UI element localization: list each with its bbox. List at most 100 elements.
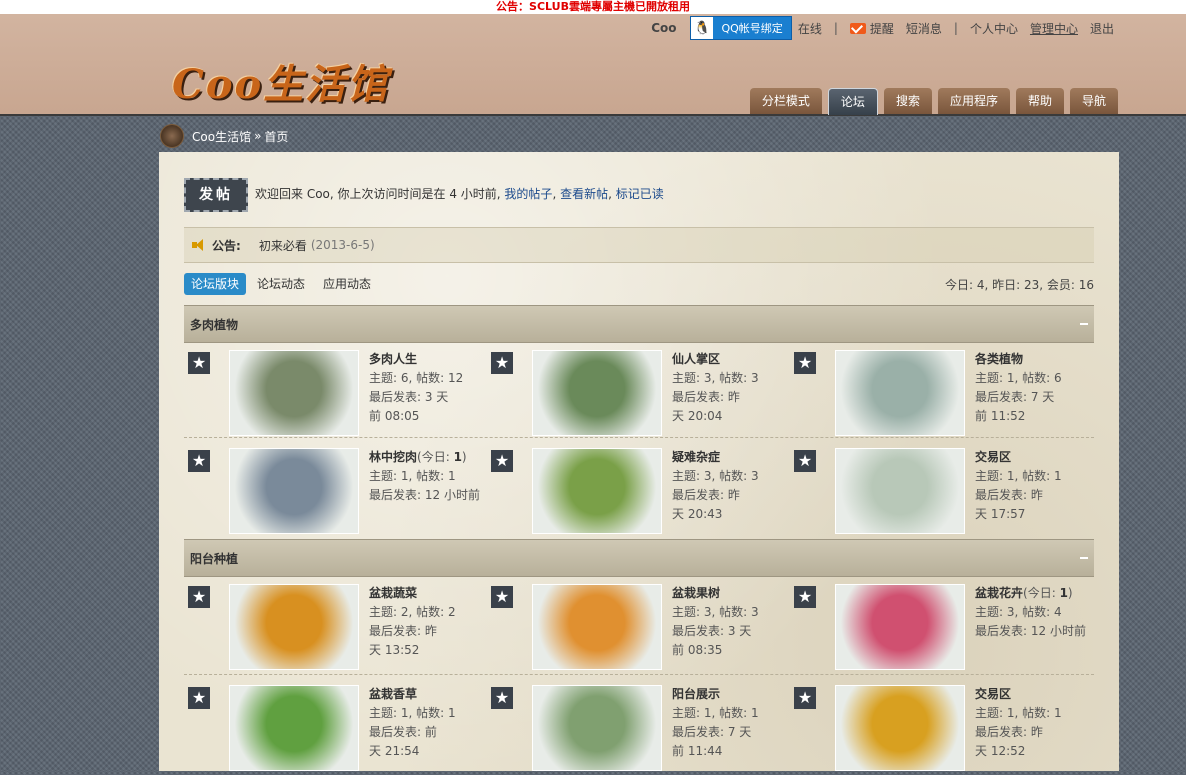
forum-info: 疑难杂症 主题: 3, 帖数: 3 最后发表: 昨天 20:43 bbox=[672, 448, 797, 524]
tab-app-activity[interactable]: 应用动态 bbox=[316, 273, 378, 295]
forum-name-link[interactable]: 阳台展示 bbox=[672, 687, 720, 701]
forum-name-link[interactable]: 交易区 bbox=[975, 687, 1011, 701]
qq-bind-button[interactable]: 🐧 QQ帐号绑定 bbox=[690, 16, 792, 40]
forum-thumbnail[interactable] bbox=[532, 584, 662, 670]
star-icon[interactable]: ★ bbox=[188, 687, 210, 709]
announcement-bar: 公告: 初来必看 (2013-6-5) bbox=[184, 227, 1094, 263]
profile-link[interactable]: 个人中心 bbox=[970, 20, 1018, 37]
tab-forum-activity[interactable]: 论坛动态 bbox=[250, 273, 312, 295]
forum-counts: 主题: 1, 帖数: 1 bbox=[369, 706, 456, 720]
today-count: (今日: 1) bbox=[1023, 586, 1073, 600]
forum-item: ★ 盆栽花卉(今日: 1) 主题: 3, 帖数: 4 最后发表: 12 小时前 bbox=[790, 576, 1090, 674]
forum-name-link[interactable]: 盆栽蔬菜 bbox=[369, 586, 417, 600]
welcome-text: 欢迎回来 Coo, 你上次访问时间是在 4 小时前, bbox=[255, 187, 501, 201]
star-icon[interactable]: ★ bbox=[794, 450, 816, 472]
category-title: 阳台种植 bbox=[190, 551, 239, 566]
forum-name-link[interactable]: 交易区 bbox=[975, 450, 1011, 464]
forum-thumbnail[interactable] bbox=[532, 350, 662, 436]
site-logo[interactable]: Coo生活馆 bbox=[172, 52, 389, 110]
forum-item: ★ 林中挖肉(今日: 1) 主题: 1, 帖数: 1 最后发表: 12 小时前 bbox=[184, 440, 484, 538]
forum-last-post: 前 08:35 bbox=[672, 643, 723, 657]
logout-link[interactable]: 退出 bbox=[1090, 20, 1114, 37]
nav-tab-search[interactable]: 搜索 bbox=[883, 88, 932, 114]
forum-name-link[interactable]: 林中挖肉 bbox=[369, 450, 417, 464]
forum-name-link[interactable]: 盆栽香草 bbox=[369, 687, 417, 701]
star-icon[interactable]: ★ bbox=[491, 450, 513, 472]
forum-last-post: 最后发表: 前 bbox=[369, 725, 437, 739]
new-post-button[interactable]: 发帖 bbox=[184, 178, 248, 212]
breadcrumb: Coo生活馆 » 首页 bbox=[160, 124, 288, 148]
today-suffix: ) bbox=[1067, 586, 1073, 600]
forum-counts: 主题: 3, 帖数: 4 bbox=[975, 605, 1062, 619]
remind-link[interactable]: 提醒 bbox=[870, 20, 894, 37]
star-icon[interactable]: ★ bbox=[188, 450, 210, 472]
star-icon[interactable]: ★ bbox=[794, 352, 816, 374]
forum-thumbnail[interactable] bbox=[229, 685, 359, 771]
nav-tab-apps[interactable]: 应用程序 bbox=[937, 88, 1010, 114]
forum-tabs: 论坛版块 论坛动态 应用动态 今日: 4, 昨日: 23, 会员: 16 bbox=[184, 272, 1094, 296]
collapse-icon[interactable] bbox=[1080, 323, 1088, 325]
forum-thumbnail[interactable] bbox=[229, 350, 359, 436]
forum-thumbnail[interactable] bbox=[835, 584, 965, 670]
forum-info: 盆栽花卉(今日: 1) 主题: 3, 帖数: 4 最后发表: 12 小时前 bbox=[975, 584, 1100, 641]
nav-tab-forum[interactable]: 论坛 bbox=[827, 88, 878, 115]
forum-info: 盆栽果树主题: 3, 帖数: 3 最后发表: 3 天前 08:35 bbox=[672, 584, 797, 660]
today-value: 1 bbox=[453, 450, 462, 464]
forum-thumbnail[interactable] bbox=[532, 685, 662, 771]
forum-name-link[interactable]: 多肉人生 bbox=[369, 352, 417, 366]
star-icon[interactable]: ★ bbox=[491, 687, 513, 709]
forum-counts: 主题: 3, 帖数: 3 bbox=[672, 605, 759, 619]
star-icon[interactable]: ★ bbox=[794, 586, 816, 608]
forum-thumbnail[interactable] bbox=[835, 685, 965, 771]
forum-name-link[interactable]: 仙人掌区 bbox=[672, 352, 720, 366]
online-status[interactable]: 在线 bbox=[798, 20, 822, 37]
star-icon[interactable]: ★ bbox=[188, 352, 210, 374]
forum-thumbnail[interactable] bbox=[835, 350, 965, 436]
nav-tab-help[interactable]: 帮助 bbox=[1015, 88, 1064, 114]
star-icon[interactable]: ★ bbox=[491, 352, 513, 374]
forum-info: 多肉人生 主题: 6, 帖数: 12 最后发表: 3 天前 08:05 bbox=[369, 350, 494, 426]
forum-last-post: 最后发表: 昨 bbox=[975, 725, 1043, 739]
forum-thumbnail[interactable] bbox=[835, 448, 965, 534]
category-title: 多肉植物 bbox=[190, 317, 239, 332]
forum-info: 阳台展示 主题: 1, 帖数: 1 最后发表: 7 天前 11:44 bbox=[672, 685, 797, 761]
category-header[interactable]: 多肉植物 bbox=[184, 305, 1094, 343]
messages-link[interactable]: 短消息 bbox=[906, 20, 942, 37]
announcement-date: (2013-6-5) bbox=[310, 238, 375, 252]
forum-last-post: 天 21:54 bbox=[369, 744, 420, 758]
forum-name-link[interactable]: 疑难杂症 bbox=[672, 450, 720, 464]
forum-thumbnail[interactable] bbox=[229, 584, 359, 670]
nav-tab-navigation[interactable]: 导航 bbox=[1069, 88, 1118, 114]
site-notice[interactable]: 公告：SCLUB雲端專屬主機已開放租用 bbox=[0, 0, 1186, 14]
collapse-icon[interactable] bbox=[1080, 557, 1088, 559]
forum-thumbnail[interactable] bbox=[229, 448, 359, 534]
home-icon[interactable] bbox=[160, 124, 184, 148]
star-icon[interactable]: ★ bbox=[794, 687, 816, 709]
separator: | bbox=[953, 21, 958, 35]
forum-last-post: 最后发表: 昨 bbox=[672, 390, 740, 404]
today-value: 1 bbox=[1059, 586, 1068, 600]
today-prefix: (今日: bbox=[1023, 586, 1060, 600]
admin-link[interactable]: 管理中心 bbox=[1030, 20, 1078, 37]
nav-tab-split-mode[interactable]: 分栏模式 bbox=[749, 88, 822, 114]
breadcrumb-current[interactable]: 首页 bbox=[264, 128, 288, 145]
forum-last-post: 前 11:44 bbox=[672, 744, 723, 758]
forum-name-link[interactable]: 各类植物 bbox=[975, 352, 1023, 366]
forum-item: ★ 多肉人生 主题: 6, 帖数: 12 最后发表: 3 天前 08:05 bbox=[184, 342, 484, 440]
today-count: (今日: 1) bbox=[417, 450, 467, 464]
announcement-link[interactable]: 初来必看 bbox=[259, 237, 307, 254]
my-posts-link[interactable]: 我的帖子 bbox=[504, 187, 552, 201]
forum-last-post: 最后发表: 昨 bbox=[975, 488, 1043, 502]
new-posts-link[interactable]: 查看新帖 bbox=[560, 187, 608, 201]
forum-name-link[interactable]: 盆栽果树 bbox=[672, 586, 720, 600]
forum-name-link[interactable]: 盆栽花卉 bbox=[975, 586, 1023, 600]
mark-read-link[interactable]: 标记已读 bbox=[616, 187, 664, 201]
forum-thumbnail[interactable] bbox=[532, 448, 662, 534]
forum-last-post: 最后发表: 3 天 bbox=[672, 624, 752, 638]
tab-forum-boards[interactable]: 论坛版块 bbox=[184, 273, 247, 295]
star-icon[interactable]: ★ bbox=[188, 586, 210, 608]
category-header[interactable]: 阳台种植 bbox=[184, 539, 1094, 577]
breadcrumb-home[interactable]: Coo生活馆 bbox=[192, 128, 251, 145]
star-icon[interactable]: ★ bbox=[491, 586, 513, 608]
username-link[interactable]: Coo bbox=[651, 21, 676, 35]
